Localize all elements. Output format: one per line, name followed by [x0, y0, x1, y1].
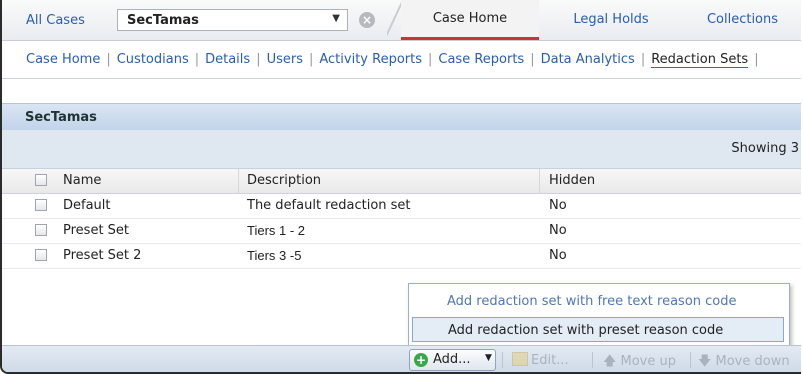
move-down-label: Move down	[715, 354, 790, 369]
row-name: Preset Set	[63, 223, 130, 238]
row-description: Tiers 3 -5	[247, 248, 302, 263]
subnav-users[interactable]: Users	[267, 52, 303, 67]
arrow-down-icon: 🡇	[698, 354, 712, 369]
dropdown-arrow-icon[interactable]: ▼	[332, 13, 340, 24]
subnav-details[interactable]: Details	[205, 52, 250, 67]
row-name: Default	[63, 198, 111, 213]
move-down-button[interactable]: 🡇 Move down	[698, 352, 790, 372]
subnav-redaction-sets[interactable]: Redaction Sets	[651, 52, 749, 68]
toolbar-separator	[592, 352, 593, 368]
move-up-button[interactable]: 🡅 Move up	[603, 352, 677, 372]
clear-icon[interactable]: ×	[359, 12, 375, 28]
table-row[interactable]: Preset Set Tiers 1 - 2 No	[2, 219, 801, 244]
case-select[interactable]: SecTamas ▼	[117, 9, 348, 31]
table-row[interactable]: Default The default redaction set No	[2, 194, 801, 219]
row-hidden: No	[549, 223, 567, 238]
edit-icon	[512, 352, 528, 366]
row-description: Tiers 1 - 2	[247, 223, 306, 238]
subnav-case-reports[interactable]: Case Reports	[438, 52, 524, 67]
row-checkbox[interactable]	[35, 224, 47, 236]
plus-icon: +	[414, 353, 428, 367]
row-checkbox[interactable]	[35, 199, 47, 211]
column-header-description[interactable]: Description	[247, 173, 321, 188]
column-header-hidden[interactable]: Hidden	[549, 173, 595, 188]
column-separator	[539, 169, 540, 193]
all-cases-link[interactable]: All Cases	[26, 13, 85, 28]
row-hidden: No	[549, 198, 567, 213]
menu-item-free-text[interactable]: Add redaction set with free text reason …	[412, 289, 784, 314]
showing-count: Showing 3	[731, 141, 799, 156]
arrow-up-icon: 🡅	[603, 354, 617, 369]
paging-bar: Showing 3	[2, 130, 801, 169]
row-description: The default redaction set	[247, 198, 411, 213]
chevron-down-icon: ▼	[485, 353, 492, 363]
subnav-case-home[interactable]: Case Home	[26, 52, 100, 67]
subnav-custodians[interactable]: Custodians	[117, 52, 189, 67]
menu-item-preset[interactable]: Add redaction set with preset reason cod…	[412, 317, 784, 342]
tab-divider	[387, 0, 401, 40]
redaction-sets-table: Name Description Hidden Default The defa…	[2, 169, 801, 269]
app-frame: All Cases SecTamas ▼ × Case Home Legal H…	[0, 0, 801, 374]
tab-legal-holds[interactable]: Legal Holds	[547, 0, 675, 40]
case-select-value: SecTamas	[127, 13, 199, 28]
column-header-name[interactable]: Name	[63, 173, 101, 188]
tab-case-home[interactable]: Case Home	[401, 0, 539, 40]
row-checkbox[interactable]	[35, 249, 47, 261]
subnav-activity-reports[interactable]: Activity Reports	[319, 52, 422, 67]
edit-button-label: Edit...	[531, 353, 569, 368]
add-button[interactable]: + Add... ▼	[409, 349, 496, 371]
table-header-row: Name Description Hidden	[2, 169, 801, 194]
table-row[interactable]: Preset Set 2 Tiers 3 -5 No	[2, 244, 801, 269]
toolbar-separator	[690, 352, 691, 368]
tab-collections[interactable]: Collections	[682, 0, 801, 40]
row-name: Preset Set 2	[63, 248, 142, 263]
subnav-data-analytics[interactable]: Data Analytics	[541, 52, 635, 67]
edit-button[interactable]: Edit...	[512, 352, 569, 368]
panel-title: SecTamas	[25, 110, 97, 125]
add-button-label: Add...	[433, 352, 471, 367]
bottom-toolbar: + Add... ▼ Edit... 🡅 Move up 🡇 Move down	[2, 345, 801, 372]
sub-navigation: Case Home | Custodians | Details | Users | Activ…	[26, 52, 759, 68]
panel-header: SecTamas	[2, 103, 801, 130]
toolbar-separator	[502, 352, 503, 368]
add-menu: Add redaction set with free text reason …	[408, 283, 790, 349]
select-all-checkbox[interactable]	[35, 174, 47, 186]
row-hidden: No	[549, 248, 567, 263]
divider	[2, 78, 801, 79]
top-bar: All Cases SecTamas ▼ × Case Home Legal H…	[2, 0, 801, 41]
move-up-label: Move up	[620, 354, 677, 369]
column-separator	[238, 169, 239, 193]
